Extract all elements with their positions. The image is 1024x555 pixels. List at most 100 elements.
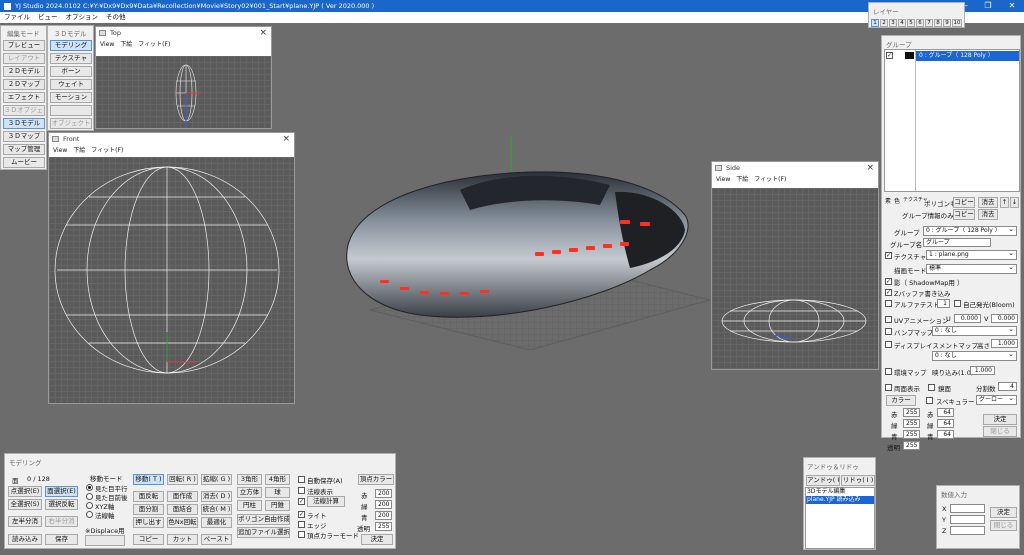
cut-button[interactable]: カット xyxy=(167,534,198,545)
weight-button[interactable]: ウェイト xyxy=(50,79,92,90)
extrude-button[interactable]: 押し出す xyxy=(133,517,164,528)
blue-input[interactable]: 255 xyxy=(903,430,920,439)
object-button[interactable]: オブジェクト xyxy=(50,118,92,129)
select-all-button[interactable]: 全選択(S) xyxy=(8,499,42,510)
u-input[interactable]: 0.000 xyxy=(954,314,981,323)
preview-button[interactable]: プレビュー xyxy=(3,40,45,51)
menu-option[interactable]: オプション xyxy=(62,12,103,23)
rotate-button[interactable]: 回転( R ) xyxy=(167,474,198,485)
alphatest-checkbox[interactable] xyxy=(885,300,892,307)
menu-view[interactable]: View xyxy=(53,146,67,156)
maximize-button[interactable]: ❐ xyxy=(976,0,1000,12)
object3d-button[interactable]: ３Ｄオブジェクト xyxy=(3,105,45,116)
group-name-input[interactable]: グループ xyxy=(923,238,991,247)
movie-button[interactable]: ムービー xyxy=(3,157,45,168)
tab-color[interactable]: 色 xyxy=(894,196,900,205)
menu-fit[interactable]: フィット(F) xyxy=(754,175,786,185)
sphere-button[interactable]: 球 xyxy=(265,487,290,498)
group-visible-checkbox[interactable]: ✓ xyxy=(886,52,893,59)
menu-fit[interactable]: フィット(F) xyxy=(138,40,170,50)
menu-file[interactable]: ファイル xyxy=(0,12,34,23)
color-button[interactable]: カラー xyxy=(886,395,916,406)
copy-button[interactable]: コピー xyxy=(953,197,975,208)
menu-other[interactable]: その他 xyxy=(102,12,130,23)
bloom-checkbox[interactable] xyxy=(954,300,961,307)
height-input[interactable]: 1.000 xyxy=(991,339,1018,348)
alpha-input[interactable]: 255 xyxy=(375,522,392,531)
numeric-close-button[interactable]: 閉じる xyxy=(990,520,1017,531)
tab-plain[interactable]: 素 xyxy=(885,196,891,205)
menu-view[interactable]: View xyxy=(100,40,114,50)
layer-1-button[interactable]: 1 xyxy=(871,19,879,27)
color-rotate-button[interactable]: 色Nx回転 xyxy=(167,517,198,528)
side-view-canvas[interactable] xyxy=(712,188,878,369)
face-create-button[interactable]: 面作成 xyxy=(167,491,198,502)
map3d-button[interactable]: ３Ｄマップ xyxy=(3,131,45,142)
layer-2-button[interactable]: 2 xyxy=(880,19,888,27)
clear-button[interactable]: 消去 xyxy=(978,197,998,208)
layout-button[interactable]: レイアウト xyxy=(3,53,45,64)
layer-4-button[interactable]: 4 xyxy=(898,19,906,27)
menu-view[interactable]: View xyxy=(716,175,730,185)
bump-select[interactable]: 0 : なし xyxy=(932,326,1017,336)
div-input[interactable]: 4 xyxy=(998,382,1017,391)
texture-checkbox[interactable]: ✓ xyxy=(885,252,892,259)
modeling-button[interactable]: モデリング xyxy=(50,40,92,51)
copy-info-button[interactable]: コピー xyxy=(953,209,975,220)
face-divide-button[interactable]: 面分割 xyxy=(133,504,164,515)
spec-green-input[interactable]: 64 xyxy=(937,419,954,428)
displace-checkbox[interactable] xyxy=(885,341,892,348)
displace-select[interactable]: 0 : なし xyxy=(932,351,1017,361)
layer-7-button[interactable]: 7 xyxy=(925,19,933,27)
edge-checkbox[interactable] xyxy=(298,521,305,528)
menu-underlay[interactable]: 下絵 xyxy=(736,175,748,185)
move-up-button[interactable]: ↑ xyxy=(1000,197,1009,208)
close-icon[interactable]: × xyxy=(282,133,290,146)
close-icon[interactable]: × xyxy=(259,27,267,40)
auto-save-checkbox[interactable] xyxy=(298,476,305,483)
bump-checkbox[interactable] xyxy=(885,328,892,335)
left-half-delete-button[interactable]: 左半分消 xyxy=(8,516,42,527)
alpha-input[interactable]: 255 xyxy=(903,441,920,450)
right-half-delete-button[interactable]: 右半分消 xyxy=(45,516,78,527)
group-list-item[interactable]: 0 : グループ（ 128 Poly ） xyxy=(916,51,1019,61)
bone-button[interactable]: ボーン xyxy=(50,66,92,77)
move-button[interactable]: 移動( T ) xyxy=(133,474,164,485)
radio-view-depth[interactable] xyxy=(86,493,93,500)
reflect-input[interactable]: 1.000 xyxy=(970,366,995,375)
clear-info-button[interactable]: 消去 xyxy=(978,209,998,220)
map2d-button[interactable]: ２Ｄマップ xyxy=(3,79,45,90)
add-file-button[interactable]: 追加ファイル選択 xyxy=(237,527,290,538)
cube-button[interactable]: 立方体 xyxy=(237,487,262,498)
redo-button[interactable]: リドゥ( I ) xyxy=(841,475,875,486)
specular-select[interactable]: グーロー xyxy=(976,395,1017,405)
v-input[interactable]: 0.000 xyxy=(991,314,1018,323)
polygon-free-button[interactable]: ポリゴン自由作成 xyxy=(237,514,290,525)
select-invert-button[interactable]: 選択反転 xyxy=(45,499,78,510)
motion-button[interactable]: モーション xyxy=(50,92,92,103)
green-input[interactable]: 255 xyxy=(903,419,920,428)
group-select[interactable]: 0 : グループ（ 128 Poly ） xyxy=(923,226,1017,236)
layer-8-button[interactable]: 8 xyxy=(934,19,942,27)
group-close-button[interactable]: 閉じる xyxy=(983,426,1017,437)
copy-button[interactable]: コピー xyxy=(133,534,164,545)
face-flip-button[interactable]: 面反転 xyxy=(133,491,164,502)
model3d-button[interactable]: ３Ｄモデル xyxy=(3,118,45,129)
menu-underlay[interactable]: 下絵 xyxy=(73,146,85,156)
radio-normal-axis[interactable] xyxy=(86,511,93,518)
red-input[interactable]: 255 xyxy=(903,408,920,417)
normal-calc-checkbox[interactable]: ✓ xyxy=(298,498,305,505)
undo-list-item-selected[interactable]: plane.YJP 読み込み xyxy=(806,496,874,504)
unify-button[interactable]: 統合( M ) xyxy=(201,504,232,515)
menu-underlay[interactable]: 下絵 xyxy=(120,40,132,50)
y-input[interactable] xyxy=(950,515,985,524)
triangle-button[interactable]: 3角形 xyxy=(237,474,262,485)
delete-button[interactable]: 消去( D ) xyxy=(201,491,232,502)
layer-3-button[interactable]: 3 xyxy=(889,19,897,27)
draw-mode-select[interactable]: 標準 xyxy=(926,264,1017,274)
main-3d-scene[interactable] xyxy=(300,130,720,350)
radio-view-parallel[interactable] xyxy=(86,484,93,491)
layer-10-button[interactable]: 10 xyxy=(952,19,962,27)
layer-5-button[interactable]: 5 xyxy=(907,19,915,27)
effect-button[interactable]: エフェクト xyxy=(3,92,45,103)
